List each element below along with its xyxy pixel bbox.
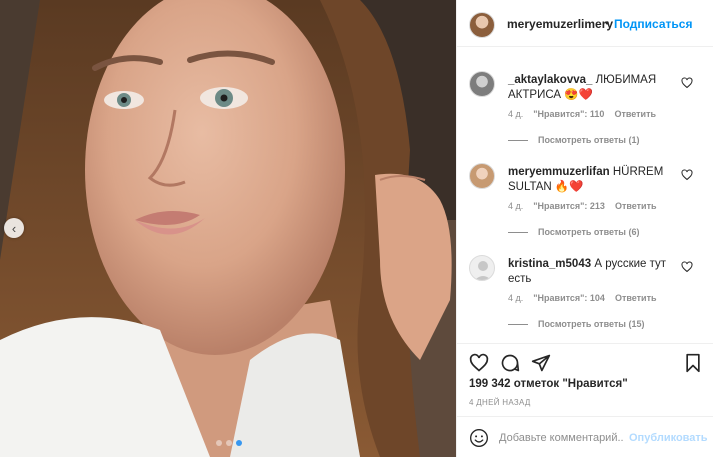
view-replies-button[interactable]: Посмотреть ответы (1)	[508, 135, 639, 145]
view-replies-button[interactable]: Посмотреть ответы (15)	[508, 319, 644, 329]
view-replies-label: Посмотреть ответы (6)	[538, 227, 640, 237]
carousel-dot	[226, 440, 232, 446]
comment-reply-button[interactable]: Ответить	[615, 201, 657, 211]
post-date[interactable]: 4 ДНЕЙ НАЗАД	[469, 398, 531, 407]
carousel-prev-button[interactable]: ‹	[4, 218, 24, 238]
smiley-icon[interactable]	[469, 428, 489, 448]
header-separator: •	[605, 16, 610, 30]
comment-text: _aktaylakovva_ ЛЮБИМАЯ АКТРИСА 😍❤️	[508, 73, 678, 103]
comment-username[interactable]: meryemmuzerlifan	[508, 166, 610, 178]
default-user-icon	[474, 261, 492, 280]
heart-icon[interactable]	[469, 353, 489, 373]
carousel-dot	[216, 440, 222, 446]
add-comment-bar: Опубликовать	[457, 416, 713, 457]
portrait-image	[0, 0, 456, 457]
view-replies-label: Посмотреть ответы (15)	[538, 319, 645, 329]
follow-button[interactable]: Подписаться	[614, 17, 692, 31]
comment-username[interactable]: kristina_m5043	[508, 258, 591, 270]
comment-age: 4 д.	[508, 293, 524, 303]
comment-meta: 4 д. "Нравится": 110 Ответить	[508, 109, 656, 119]
comment-like-heart-icon[interactable]	[681, 169, 693, 181]
comment-reply-button[interactable]: Ответить	[614, 109, 656, 119]
comment-likes[interactable]: "Нравится": 104	[533, 293, 605, 303]
post-header: meryemuzerlimery • Подписаться	[457, 0, 713, 47]
replies-divider	[508, 139, 528, 141]
comment-like-heart-icon[interactable]	[681, 261, 693, 273]
comment-username[interactable]: _aktaylakovva_	[508, 74, 592, 86]
commenter-avatar[interactable]	[469, 163, 495, 189]
comment-text: meryemmuzerlifan HÜRREM SULTAN 🔥❤️	[508, 165, 678, 195]
author-avatar[interactable]	[469, 12, 495, 38]
replies-divider	[508, 231, 528, 233]
publish-button[interactable]: Опубликовать	[629, 432, 708, 444]
comment-likes[interactable]: "Нравится": 213	[533, 201, 605, 211]
author-username[interactable]: meryemuzerlimery	[507, 17, 613, 31]
post-side-panel: meryemuzerlimery • Подписаться _aktaylak…	[456, 0, 713, 457]
comment-meta: 4 д. "Нравится": 213 Ответить	[508, 201, 657, 211]
comment-age: 4 д.	[508, 201, 524, 211]
comment-like-heart-icon[interactable]	[681, 77, 693, 89]
comment-reply-button[interactable]: Ответить	[615, 293, 657, 303]
paper-plane-icon[interactable]	[531, 353, 551, 373]
carousel-dot-active	[236, 440, 242, 446]
carousel-indicator	[216, 440, 242, 446]
comment-input[interactable]	[499, 430, 623, 446]
post-photo[interactable]: ‹	[0, 0, 456, 457]
commenter-avatar[interactable]	[469, 71, 495, 97]
view-replies-button[interactable]: Посмотреть ответы (6)	[508, 227, 639, 237]
comment-likes[interactable]: "Нравится": 110	[533, 109, 604, 119]
bookmark-icon[interactable]	[683, 353, 703, 373]
comment-text: kristina_m5043 А русские тут есть	[508, 257, 678, 287]
view-replies-label: Посмотреть ответы (1)	[538, 135, 640, 145]
comment-meta: 4 д. "Нравится": 104 Ответить	[508, 293, 657, 303]
post-action-bar	[457, 343, 713, 381]
replies-divider	[508, 323, 528, 325]
commenter-avatar-default[interactable]	[469, 255, 495, 281]
comment-icon[interactable]	[500, 353, 520, 373]
comment-age: 4 д.	[508, 109, 524, 119]
likes-count[interactable]: 199 342 отметок "Нравится"	[469, 378, 628, 390]
chevron-left-icon: ‹	[11, 220, 17, 236]
